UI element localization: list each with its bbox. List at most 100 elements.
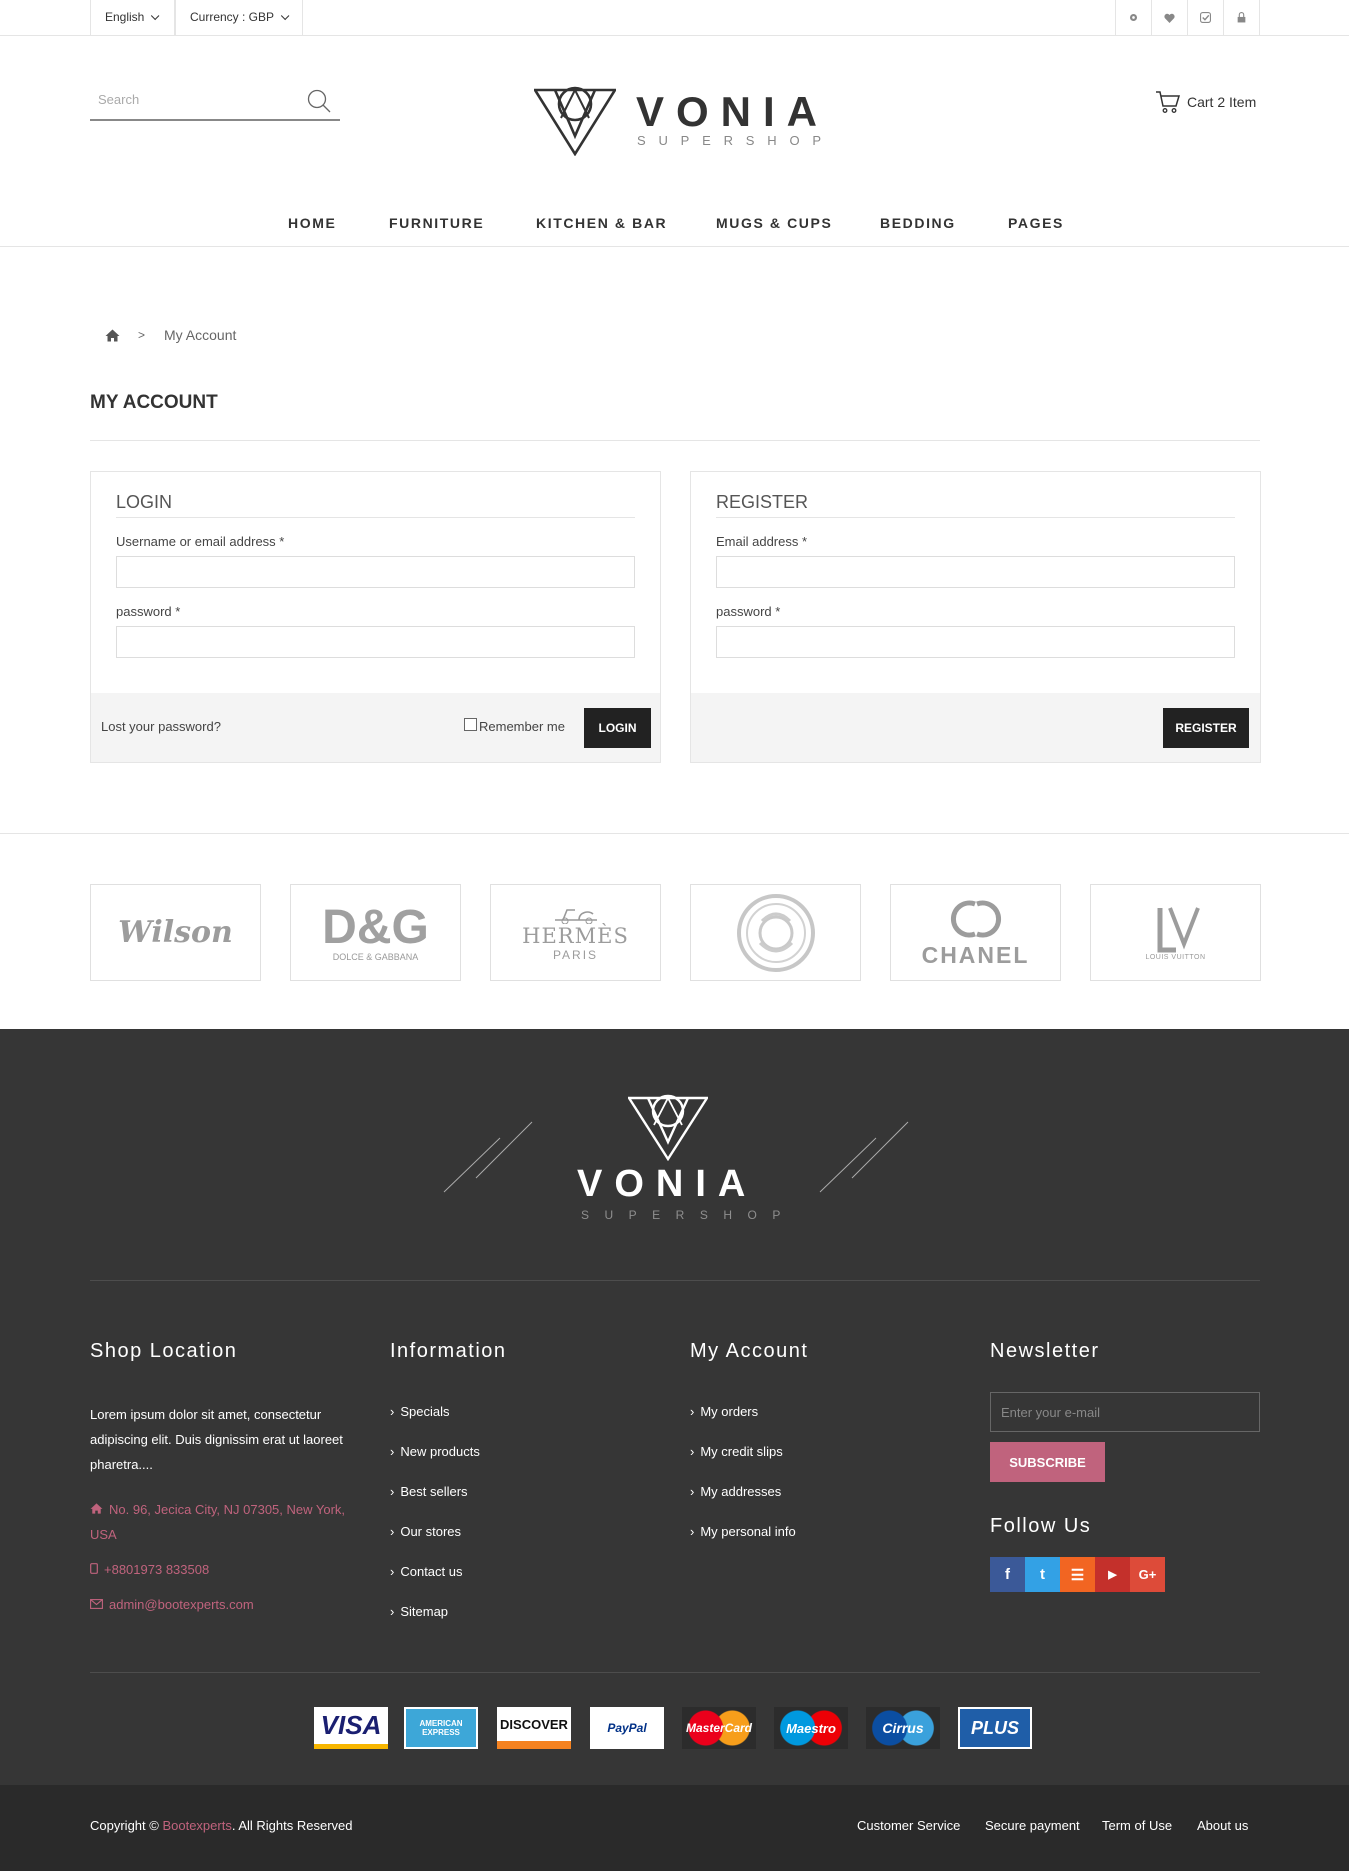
rss-icon[interactable]: ☰ bbox=[1060, 1557, 1095, 1592]
envelope-icon bbox=[90, 1599, 103, 1609]
gear-icon[interactable] bbox=[1115, 0, 1151, 35]
brand-louis-vuitton[interactable]: LOUIS VUITTON bbox=[1090, 884, 1261, 981]
remember-checkbox[interactable] bbox=[464, 718, 477, 731]
footer-logo-icon[interactable] bbox=[628, 1089, 708, 1161]
maestro-icon: Maestro bbox=[774, 1707, 848, 1749]
footer-link-best-sellers[interactable]: Best sellers bbox=[390, 1484, 467, 1499]
lost-password-link[interactable]: Lost your password? bbox=[101, 719, 221, 734]
email-text[interactable]: admin@bootexperts.com bbox=[109, 1597, 254, 1612]
divider bbox=[90, 1672, 1260, 1673]
brand-logo-text: HERMÈS bbox=[522, 923, 629, 948]
chevron-down-icon bbox=[280, 11, 290, 21]
youtube-icon[interactable]: ▶ bbox=[1095, 1557, 1130, 1592]
footer-link-my-credit-slips[interactable]: My credit slips bbox=[690, 1444, 782, 1459]
top-bar: English Currency : GBP bbox=[0, 0, 1349, 36]
divider bbox=[116, 517, 635, 518]
password-field[interactable] bbox=[716, 626, 1235, 658]
address-text: No. 96, Jecica City, NJ 07305, New York,… bbox=[90, 1502, 346, 1542]
currency-label: Currency : GBP bbox=[190, 10, 275, 24]
google-plus-icon[interactable]: G+ bbox=[1130, 1557, 1165, 1592]
currency-dropdown[interactable]: Currency : GBP bbox=[175, 0, 303, 35]
medusa-logo-icon bbox=[736, 893, 815, 972]
phone-text: +8801973 833508 bbox=[104, 1562, 210, 1577]
newsletter-title: Newsletter bbox=[990, 1340, 1100, 1362]
brand-logo-text: CHANEL bbox=[921, 942, 1030, 968]
visa-icon: VISA bbox=[314, 1707, 388, 1749]
shop-location-title: Shop Location bbox=[90, 1340, 238, 1362]
nav-home[interactable]: HOME bbox=[288, 215, 336, 231]
footer-link-sitemap[interactable]: Sitemap bbox=[390, 1604, 448, 1619]
email-field[interactable] bbox=[716, 556, 1235, 588]
bottom-link-customer-service[interactable]: Customer Service bbox=[857, 1818, 960, 1833]
footer-link-my-personal-info[interactable]: My personal info bbox=[690, 1524, 795, 1539]
cart-icon bbox=[1156, 91, 1181, 113]
logo-title[interactable]: VONIA bbox=[636, 88, 829, 136]
brand-chanel[interactable]: CHANEL bbox=[890, 884, 1061, 981]
footer-link-specials[interactable]: Specials bbox=[390, 1404, 449, 1419]
heart-icon[interactable] bbox=[1151, 0, 1187, 35]
language-label: English bbox=[105, 10, 145, 24]
copyright-suffix: . All Rights Reserved bbox=[231, 1818, 353, 1833]
search-icon[interactable] bbox=[306, 88, 332, 119]
mastercard-icon: MasterCard bbox=[682, 1707, 756, 1749]
follow-us-title: Follow Us bbox=[990, 1515, 1092, 1537]
chevron-down-icon bbox=[151, 11, 160, 21]
search-input[interactable] bbox=[90, 84, 290, 114]
newsletter-email-input[interactable]: Enter your e-mail bbox=[990, 1392, 1260, 1432]
shop-location-text: Lorem ipsum dolor sit amet, consectetur … bbox=[90, 1407, 343, 1472]
nav-bedding[interactable]: BEDDING bbox=[880, 215, 956, 231]
brand-versace[interactable] bbox=[690, 884, 861, 981]
plus-icon: PLUS bbox=[958, 1707, 1032, 1749]
main-nav: HOME FURNITURE KITCHEN & BAR MUGS & CUPS… bbox=[0, 207, 1349, 247]
logo-icon[interactable] bbox=[534, 80, 616, 156]
lv-monogram-icon bbox=[1157, 907, 1200, 953]
twitter-icon[interactable]: t bbox=[1025, 1557, 1060, 1592]
nav-pages[interactable]: PAGES bbox=[1008, 215, 1064, 231]
brand-logo-text: D&G bbox=[322, 900, 429, 954]
footer-link-my-orders[interactable]: My orders bbox=[690, 1404, 758, 1419]
logo-subtitle: SUPERSHOP bbox=[637, 133, 834, 148]
register-title: REGISTER bbox=[716, 492, 809, 512]
copyright-prefix: Copyright © bbox=[90, 1818, 159, 1833]
footer-logo-title[interactable]: VONIA bbox=[577, 1163, 757, 1206]
brand-dg[interactable]: D&G DOLCE & GABBANA bbox=[290, 884, 461, 981]
brand-wilson[interactable]: Wilson bbox=[90, 884, 261, 981]
bottom-link-about-us[interactable]: About us bbox=[1197, 1818, 1248, 1833]
nav-mugs-cups[interactable]: MUGS & CUPS bbox=[716, 215, 832, 231]
facebook-icon[interactable]: f bbox=[990, 1557, 1025, 1592]
information-title: Information bbox=[390, 1340, 507, 1362]
footer-link-our-stores[interactable]: Our stores bbox=[390, 1524, 461, 1539]
nav-kitchen-bar[interactable]: KITCHEN & BAR bbox=[536, 215, 667, 231]
breadcrumb-separator: > bbox=[138, 328, 146, 342]
home-icon[interactable] bbox=[105, 329, 120, 342]
login-panel: LOGIN Username or email address * passwo… bbox=[90, 471, 661, 763]
paypal-icon: PayPal bbox=[590, 1707, 664, 1749]
footer-link-new-products[interactable]: New products bbox=[390, 1444, 479, 1459]
subscribe-button[interactable]: SUBSCRIBE bbox=[990, 1442, 1105, 1482]
cart-link[interactable]: Cart 2 Item bbox=[1155, 90, 1256, 114]
footer-link-my-addresses[interactable]: My addresses bbox=[690, 1484, 781, 1499]
divider bbox=[90, 1280, 1260, 1281]
copyright-brand-link[interactable]: Bootexperts bbox=[162, 1818, 231, 1833]
check-icon[interactable] bbox=[1187, 0, 1223, 35]
brand-logo-text: Wilson bbox=[118, 915, 233, 950]
footer-link-contact-us[interactable]: Contact us bbox=[390, 1564, 462, 1579]
username-field[interactable] bbox=[116, 556, 635, 588]
bottom-link-secure-payment[interactable]: Secure payment bbox=[985, 1818, 1080, 1833]
phone: +8801973 833508 bbox=[90, 1557, 209, 1582]
username-label: Username or email address * bbox=[116, 534, 285, 549]
bottom-link-term-of-use[interactable]: Term of Use bbox=[1102, 1818, 1172, 1833]
footer-logo-subtitle: SUPERSHOP bbox=[581, 1208, 796, 1222]
divider bbox=[90, 440, 1260, 441]
language-dropdown[interactable]: English bbox=[90, 0, 175, 35]
brand-sub: PARIS bbox=[552, 947, 599, 962]
password-field[interactable] bbox=[116, 626, 635, 658]
my-account-title: My Account bbox=[690, 1340, 809, 1362]
lock-icon[interactable] bbox=[1223, 0, 1260, 35]
carriage-icon bbox=[554, 908, 597, 924]
brand-hermes[interactable]: HERMÈS PARIS bbox=[490, 884, 661, 981]
login-button[interactable]: LOGIN bbox=[584, 708, 651, 748]
register-button[interactable]: REGISTER bbox=[1163, 708, 1249, 748]
nav-furniture[interactable]: FURNITURE bbox=[389, 215, 484, 231]
login-footer: Lost your password? Remember me LOGIN bbox=[91, 693, 660, 762]
